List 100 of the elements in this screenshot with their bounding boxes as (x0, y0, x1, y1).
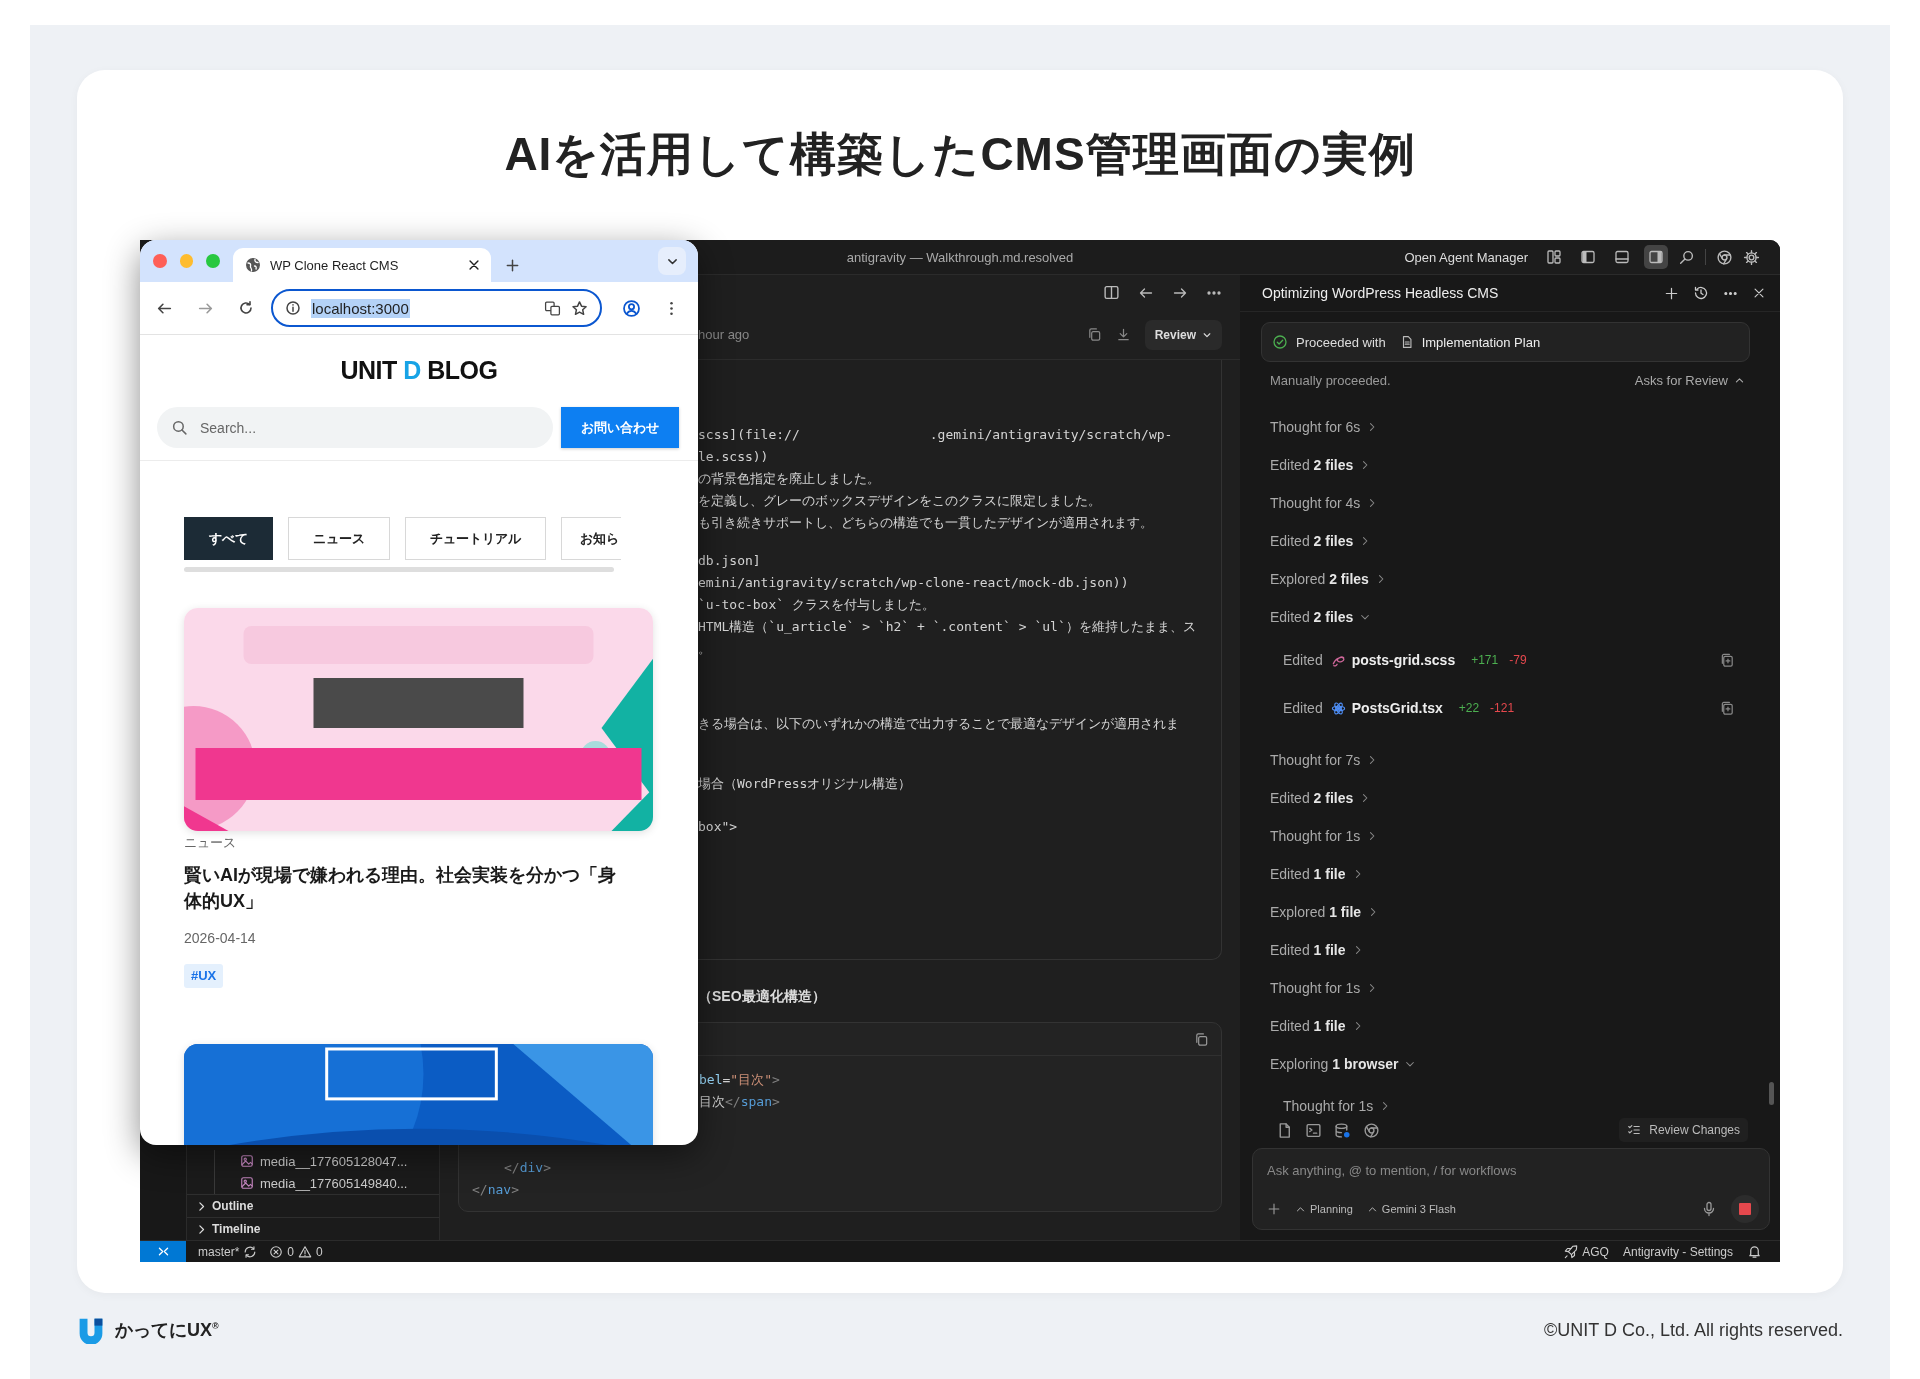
copy-icon[interactable] (1086, 327, 1102, 342)
checklist-icon (1627, 1123, 1642, 1137)
review-changes-button[interactable]: Review Changes (1619, 1118, 1748, 1142)
download-icon[interactable] (1115, 327, 1131, 342)
bookmark-star-icon[interactable] (571, 299, 588, 317)
check-circle-icon (1272, 334, 1288, 350)
step-label[interactable]: Edited 1 file (1270, 866, 1346, 882)
chat-input[interactable]: Ask anything, @ to mention, / for workflows Planning Gemini 3 Flash (1252, 1148, 1770, 1230)
step-label[interactable]: Exploring 1 browser (1270, 1056, 1399, 1072)
settings-icon[interactable] (1743, 248, 1760, 266)
rocket-icon (1564, 1244, 1579, 1259)
step-label[interactable]: Edited 1 file (1270, 942, 1346, 958)
new-chat-icon[interactable] (1664, 285, 1679, 301)
error-icon (269, 1244, 284, 1259)
document-text: HTML構造（`u_article` > `h2` + `.content` > `ul`）を維持したまま、ス (698, 618, 1196, 636)
review-mode-toggle[interactable]: Asks for Review (1634, 372, 1745, 388)
panel-icon (1614, 249, 1630, 265)
category-tab[interactable]: チュートリアル (405, 517, 546, 560)
removed-count: -121 (1490, 701, 1515, 715)
plan-link[interactable]: Implementation Plan (1421, 334, 1541, 350)
step-label[interactable]: Edited 2 files (1270, 609, 1354, 625)
step-label[interactable]: Thought for 6s (1270, 419, 1361, 435)
url-text[interactable]: localhost:3000 (311, 298, 410, 318)
file-item[interactable]: media__177605149840... (260, 1175, 408, 1191)
step-label[interactable]: Thought for 4s (1270, 495, 1361, 511)
right-sidebar-toggle[interactable] (1644, 245, 1668, 269)
step-label[interactable]: Thought for 7s (1270, 752, 1361, 768)
step-label[interactable]: Thought for 1s (1270, 828, 1361, 844)
post-date: 2026-04-14 (184, 929, 257, 948)
blog-logo: UNIT D BLOG (339, 355, 499, 386)
settings-link[interactable]: Antigravity - Settings (1622, 1244, 1733, 1259)
account-label[interactable]: AGQ (1582, 1244, 1609, 1259)
file-link[interactable]: PostsGrid.tsx (1351, 700, 1443, 716)
step-label[interactable]: Explored 2 files (1270, 571, 1369, 587)
search-input[interactable]: Search... (200, 419, 500, 436)
error-count[interactable]: 0 (287, 1244, 295, 1259)
document-text: emini/antigravity/scratch/wp-clone-react/mock-db.json)) (698, 574, 1129, 592)
browser-tab[interactable]: WP Clone React CMS (233, 248, 491, 282)
tag-chip[interactable]: #UX (184, 964, 224, 988)
mode-selector[interactable]: Planning (1295, 1203, 1353, 1215)
history-icon[interactable] (1693, 285, 1709, 301)
contact-button[interactable]: お問い合わせ (561, 407, 679, 448)
aperture-icon[interactable] (1716, 248, 1733, 266)
translate-icon[interactable] (544, 299, 561, 317)
sync-icon[interactable] (243, 1244, 258, 1259)
review-button[interactable]: Review (1144, 319, 1222, 350)
terminal-icon[interactable] (1305, 1121, 1322, 1139)
stop-button[interactable] (1731, 1195, 1759, 1223)
address-bar[interactable]: localhost:3000 (271, 289, 602, 327)
remote-button[interactable] (140, 1241, 186, 1262)
tab-list-button[interactable] (658, 247, 686, 275)
scrollbar-thumb (1769, 1082, 1774, 1105)
database-icon[interactable] (1334, 1121, 1351, 1139)
aperture-icon[interactable] (1363, 1121, 1380, 1139)
step-label[interactable]: Explored 1 file (1270, 904, 1362, 920)
split-editor-icon[interactable] (1103, 284, 1120, 301)
warning-count[interactable]: 0 (316, 1244, 323, 1259)
search-icon[interactable] (1678, 248, 1695, 266)
step-label[interactable]: Edited 2 files (1270, 457, 1354, 473)
conversation-title: Optimizing WordPress Headless CMS (1262, 285, 1500, 301)
logo-icon (77, 1316, 105, 1344)
file-link[interactable]: posts-grid.scss (1351, 652, 1456, 668)
section-header[interactable]: Timeline (212, 1222, 261, 1236)
model-selector[interactable]: Gemini 3 Flash (1366, 1203, 1456, 1215)
step-label[interactable]: Edited 2 files (1270, 790, 1354, 806)
close-icon[interactable] (467, 258, 481, 272)
file-add-icon[interactable] (1720, 652, 1735, 668)
atom-icon (1330, 700, 1346, 716)
microphone-icon[interactable] (1701, 1201, 1717, 1217)
file-item[interactable]: media__177605128047... (260, 1153, 408, 1169)
tab-title: WP Clone React CMS (270, 257, 400, 273)
category-tab[interactable]: ニュース (288, 517, 390, 560)
section-header[interactable]: Outline (212, 1199, 254, 1213)
new-tab-icon[interactable] (505, 258, 520, 273)
step-label[interactable]: Edited 2 files (1270, 533, 1354, 549)
document-text: db.json] (698, 552, 761, 570)
image-file-icon (240, 1154, 254, 1168)
search-field[interactable]: Search... (157, 407, 553, 448)
window-title: antigravity — Walkthrough.md.resolved (846, 249, 1074, 265)
profile-icon[interactable] (622, 298, 641, 318)
post-title[interactable]: 賢いAIが現場で嫌われる理由。社会実装を分かつ「身体的UX」 (184, 862, 629, 914)
step-label[interactable]: Thought for 1s (1283, 1098, 1374, 1114)
close-icon[interactable] (1752, 286, 1766, 300)
step-label[interactable]: Thought for 1s (1270, 980, 1361, 996)
branch-name[interactable]: master* (198, 1244, 240, 1259)
category-tab[interactable]: すべて (184, 517, 273, 560)
step-label[interactable]: Edited 1 file (1270, 1018, 1346, 1034)
code-line: </div> (504, 1159, 551, 1177)
agent-manager-link[interactable]: Open Agent Manager (1404, 249, 1528, 265)
add-icon[interactable] (1267, 1202, 1281, 1216)
notification-bell-icon[interactable] (1747, 1244, 1762, 1259)
file-add-icon[interactable] (1720, 700, 1735, 716)
copy-icon[interactable] (1194, 1031, 1209, 1047)
post-category: ニュース (184, 835, 237, 851)
layout-icon (1546, 249, 1562, 265)
document-text: も引き続きサポートし、どちらの構造でも一貫したデザインが適用されます。 (698, 514, 1153, 532)
page-title: AIを活用して構築したCMS管理画面の実例 (504, 127, 1416, 182)
category-tab[interactable]: お知ら (561, 517, 621, 560)
reload-icon[interactable] (238, 300, 254, 316)
warning-icon (298, 1244, 313, 1259)
